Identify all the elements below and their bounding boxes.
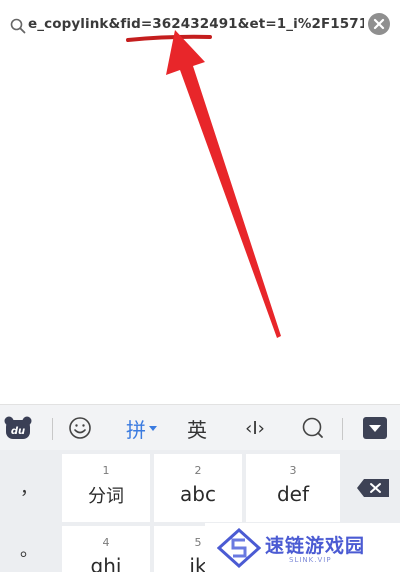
key-1[interactable]: 1 分词 [62, 454, 150, 522]
punct-key[interactable]: ， [0, 450, 58, 520]
chevron-down-icon [149, 426, 157, 431]
key-4[interactable]: 4 ghi [62, 526, 150, 572]
url-field[interactable]: e_copylink&fid=362432491&et=1_i%2F157109… [4, 8, 396, 44]
pinyin-label: 拼 [126, 417, 146, 442]
toolbar-divider [52, 418, 53, 440]
english-button[interactable]: 英 [180, 405, 214, 451]
smiley-icon [69, 417, 91, 439]
emoji-button[interactable] [62, 405, 98, 451]
du-bear-logo-icon: du [4, 416, 32, 439]
du-logo-button[interactable]: du [0, 405, 36, 451]
key-2-number: 2 [194, 464, 202, 477]
clear-circle-icon [373, 18, 385, 30]
punct-key-2[interactable]: 。 [0, 526, 58, 572]
watermark: 速链游戏园 SLINK.VIP [205, 523, 400, 572]
backspace-key[interactable] [344, 454, 400, 522]
clear-button[interactable] [368, 13, 390, 35]
key-1-number: 1 [102, 464, 110, 477]
search-icon [10, 18, 26, 34]
url-text[interactable]: e_copylink&fid=362432491&et=1_i%2F157109… [28, 16, 364, 32]
address-bar: e_copylink&fid=362432491&et=1_i%2F157109… [0, 0, 400, 52]
hide-keyboard-button[interactable] [358, 405, 392, 451]
keyboard-toolbar: du 拼 英 ‹I› [0, 404, 400, 450]
backspace-icon [357, 479, 389, 497]
cursor-button[interactable]: ‹I› [234, 405, 276, 451]
watermark-title: 速链游戏园 [265, 535, 366, 557]
cursor-label: ‹I› [245, 417, 265, 439]
key-4-number: 4 [102, 536, 110, 549]
punct-key-2-label: 。 [20, 540, 38, 561]
key-3-number: 3 [289, 464, 297, 477]
key-2-label: abc [180, 482, 216, 506]
red-arrow [166, 30, 281, 338]
hide-keyboard-icon [363, 417, 387, 439]
key-1-label: 分词 [88, 486, 124, 507]
key-3[interactable]: 3 def [246, 454, 340, 522]
key-4-label: ghi [90, 554, 122, 572]
watermark-subtitle: SLINK.VIP [289, 556, 332, 564]
key-3-label: def [276, 482, 310, 506]
svg-text:du: du [11, 426, 25, 437]
toolbar-divider [342, 418, 343, 440]
pinyin-button[interactable]: 拼 [122, 405, 162, 451]
keyboard-search-button[interactable] [296, 405, 330, 451]
english-label: 英 [187, 417, 207, 442]
punct-key-label: ， [20, 478, 38, 499]
search-icon [302, 417, 323, 438]
slink-logo-icon [217, 528, 261, 568]
key-2[interactable]: 2 abc [154, 454, 242, 522]
